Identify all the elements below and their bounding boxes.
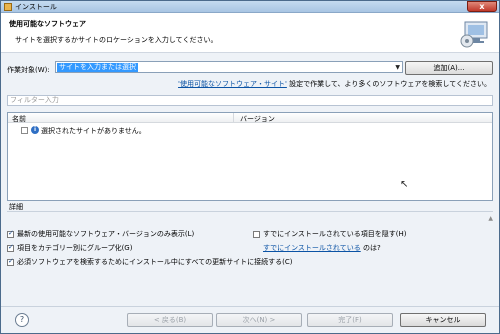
info-icon: i (31, 126, 39, 134)
chevron-down-icon[interactable]: ▼ (395, 64, 400, 71)
table-row[interactable]: i 選択されたサイトがありません。 (8, 126, 492, 136)
mouse-cursor-icon: ↖ (400, 179, 409, 190)
wizard-content: 作業対象(W): サイトを入力または選択 ▼ 追加(A)... '使用可能なソフ… (1, 54, 499, 306)
column-name[interactable]: 名前 (12, 114, 26, 124)
option-contact-sites[interactable]: 必須ソフトウェアを検索するためにインストール中にすべての更新サイトに接続する(C… (7, 257, 293, 267)
option-group-by-category[interactable]: 項目をカテゴリー別にグループ化(G) (7, 243, 132, 253)
option-group-by-category-label: 項目をカテゴリー別にグループ化(G) (17, 244, 133, 252)
work-with-label: 作業対象(W): (7, 66, 50, 74)
details-divider (7, 211, 493, 212)
work-with-value[interactable]: サイトを入力または選択 (57, 63, 138, 72)
filter-input[interactable]: フィルター入力 (7, 95, 493, 106)
checkbox-hide-installed[interactable] (253, 230, 260, 238)
preferences-hint: '使用可能なソフトウェア・サイト' 設定で作業して、より多くのソフトウェアを検索… (178, 79, 491, 89)
option-contact-sites-label: 必須ソフトウェアを検索するためにインストール中にすべての更新サイトに接続する(C… (17, 258, 293, 266)
available-sites-link[interactable]: '使用可能なソフトウェア・サイト' (178, 80, 287, 88)
add-site-button[interactable]: 追加(A)... (405, 61, 493, 75)
option-hide-installed-label: すでにインストールされている項目を隠す(H) (263, 230, 407, 238)
back-button[interactable]: < 戻る(B) (127, 313, 213, 327)
install-wizard-icon (460, 21, 488, 48)
cancel-button[interactable]: キャンセル (400, 313, 486, 327)
row-checkbox[interactable] (21, 127, 28, 134)
banner-heading: 使用可能なソフトウェア (9, 20, 86, 28)
details-scroll-indicator[interactable]: ▲ (488, 215, 493, 222)
option-latest-only-label: 最新の使用可能なソフトウェア・バージョンのみ表示(L) (17, 230, 195, 238)
help-icon[interactable]: ? (15, 313, 29, 327)
install-dialog: インストール x 使用可能なソフトウェア サイトを選択するかサイトのロケーション… (0, 0, 500, 334)
wizard-banner: 使用可能なソフトウェア サイトを選択するかサイトのロケーションを入力してください… (1, 13, 499, 53)
work-with-combo[interactable]: サイトを入力または選択 ▼ (55, 61, 403, 73)
column-version[interactable]: バージョン (240, 114, 275, 124)
already-installed-suffix: のは? (360, 244, 381, 252)
button-bar: ? < 戻る(B) 次へ(N) > 完了(F) キャンセル (1, 306, 499, 333)
checkbox-contact-sites[interactable] (7, 257, 14, 266)
next-button[interactable]: 次へ(N) > (216, 313, 302, 327)
banner-description: サイトを選択するかサイトのロケーションを入力してください。 (15, 36, 218, 44)
software-table: 名前 バージョン i 選択されたサイトがありません。 ↖ (7, 112, 493, 201)
option-latest-only[interactable]: 最新の使用可能なソフトウェア・バージョンのみ表示(L) (7, 229, 194, 239)
window-title: インストール (15, 3, 57, 11)
column-divider (233, 113, 234, 123)
checkbox-group-by-category[interactable] (7, 243, 14, 252)
table-header: 名前 バージョン (8, 113, 492, 123)
app-icon (4, 3, 12, 11)
option-hide-installed[interactable]: すでにインストールされている項目を隠す(H) (253, 229, 406, 239)
finish-button[interactable]: 完了(F) (307, 313, 393, 327)
hint-text: 設定で作業して、より多くのソフトウェアを検索してください。 (286, 80, 491, 88)
already-installed-link[interactable]: すでにインストールされている (263, 244, 361, 252)
already-installed-row: すでにインストールされている のは? (263, 243, 381, 253)
close-button[interactable]: x (467, 1, 497, 12)
row-message: 選択されたサイトがありません。 (41, 127, 146, 135)
checkbox-latest-only[interactable] (7, 229, 14, 238)
title-bar: インストール x (1, 1, 499, 13)
